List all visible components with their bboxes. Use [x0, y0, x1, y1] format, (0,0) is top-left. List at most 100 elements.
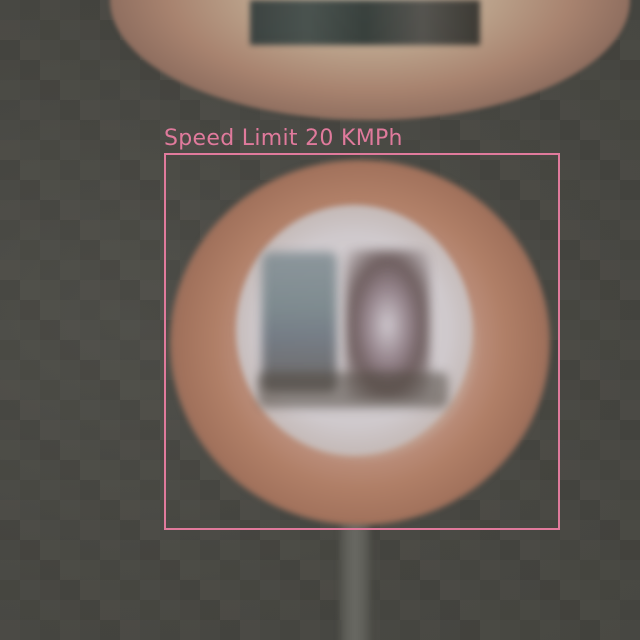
noise-pixel: [60, 460, 80, 480]
noise-pixel: [0, 440, 20, 460]
noise-pixel: [480, 560, 500, 580]
noise-pixel: [100, 600, 120, 620]
noise-pixel: [440, 580, 460, 600]
noise-pixel: [140, 420, 160, 440]
noise-pixel: [480, 580, 500, 600]
noise-pixel: [580, 600, 600, 620]
noise-pixel: [60, 180, 80, 200]
noise-pixel: [80, 200, 100, 220]
noise-pixel: [40, 180, 60, 200]
noise-pixel: [60, 440, 80, 460]
noise-pixel: [620, 320, 640, 340]
noise-pixel: [560, 400, 580, 420]
noise-pixel: [420, 620, 440, 640]
noise-pixel: [560, 340, 580, 360]
noise-pixel: [120, 180, 140, 200]
noise-pixel: [100, 420, 120, 440]
noise-pixel: [580, 340, 600, 360]
noise-pixel: [600, 180, 620, 200]
noise-pixel: [80, 380, 100, 400]
noise-pixel: [20, 260, 40, 280]
noise-pixel: [620, 400, 640, 420]
noise-pixel: [280, 560, 300, 580]
noise-pixel: [0, 460, 20, 480]
noise-pixel: [80, 520, 100, 540]
noise-pixel: [80, 280, 100, 300]
noise-pixel: [140, 200, 160, 220]
noise-pixel: [20, 460, 40, 480]
noise-pixel: [20, 440, 40, 460]
noise-pixel: [60, 620, 80, 640]
noise-pixel: [540, 600, 560, 620]
noise-pixel: [600, 620, 620, 640]
noise-pixel: [20, 580, 40, 600]
noise-pixel: [0, 200, 20, 220]
noise-pixel: [420, 540, 440, 560]
noise-pixel: [260, 620, 280, 640]
noise-pixel: [100, 500, 120, 520]
noise-pixel: [180, 560, 200, 580]
noise-pixel: [100, 180, 120, 200]
noise-pixel: [120, 320, 140, 340]
noise-pixel: [80, 420, 100, 440]
noise-pixel: [260, 580, 280, 600]
noise-pixel: [20, 360, 40, 380]
noise-pixel: [120, 560, 140, 580]
noise-pixel: [160, 600, 180, 620]
noise-pixel: [320, 540, 340, 560]
noise-pixel: [240, 600, 260, 620]
noise-pixel: [520, 100, 540, 120]
noise-pixel: [100, 280, 120, 300]
noise-pixel: [100, 520, 120, 540]
noise-pixel: [100, 400, 120, 420]
noise-pixel: [80, 20, 100, 40]
noise-pixel: [0, 360, 20, 380]
noise-pixel: [0, 220, 20, 240]
noise-pixel: [60, 200, 80, 220]
noise-pixel: [100, 100, 120, 120]
noise-pixel: [620, 460, 640, 480]
noise-pixel: [320, 580, 340, 600]
noise-pixel: [580, 580, 600, 600]
noise-pixel: [80, 240, 100, 260]
noise-pixel: [200, 620, 220, 640]
noise-pixel: [620, 480, 640, 500]
noise-pixel: [140, 380, 160, 400]
noise-pixel: [120, 380, 140, 400]
noise-pixel: [620, 300, 640, 320]
noise-pixel: [500, 120, 520, 140]
noise-pixel: [140, 340, 160, 360]
noise-pixel: [40, 100, 60, 120]
noise-pixel: [500, 600, 520, 620]
noise-pixel: [280, 540, 300, 560]
noise-pixel: [100, 240, 120, 260]
noise-pixel: [600, 460, 620, 480]
noise-pixel: [0, 160, 20, 180]
noise-pixel: [600, 60, 620, 80]
noise-pixel: [580, 260, 600, 280]
noise-pixel: [140, 500, 160, 520]
noise-pixel: [100, 340, 120, 360]
noise-pixel: [620, 140, 640, 160]
noise-pixel: [80, 40, 100, 60]
noise-pixel: [200, 100, 220, 120]
noise-pixel: [60, 120, 80, 140]
noise-pixel: [120, 580, 140, 600]
noise-pixel: [620, 40, 640, 60]
noise-pixel: [180, 600, 200, 620]
noise-pixel: [620, 620, 640, 640]
noise-pixel: [40, 300, 60, 320]
noise-pixel: [140, 140, 160, 160]
noise-pixel: [580, 160, 600, 180]
noise-pixel: [140, 300, 160, 320]
noise-pixel: [620, 520, 640, 540]
noise-pixel: [40, 160, 60, 180]
noise-pixel: [600, 480, 620, 500]
noise-pixel: [60, 220, 80, 240]
noise-pixel: [60, 300, 80, 320]
noise-pixel: [500, 560, 520, 580]
noise-pixel: [0, 280, 20, 300]
noise-pixel: [580, 440, 600, 460]
noise-pixel: [80, 340, 100, 360]
noise-pixel: [0, 260, 20, 280]
